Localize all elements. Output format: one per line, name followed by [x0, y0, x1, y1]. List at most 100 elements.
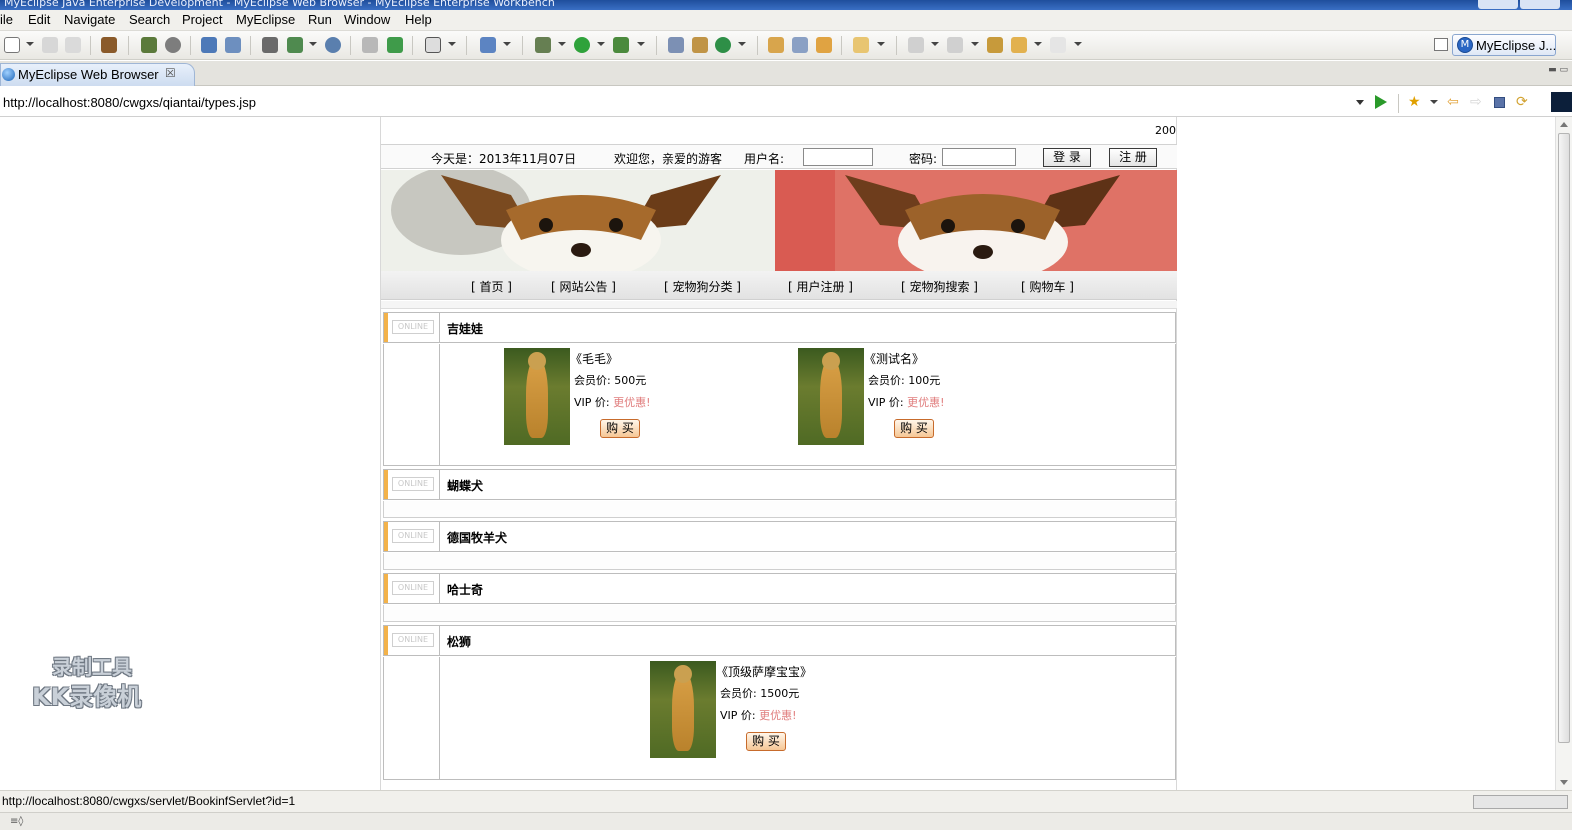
open-folder-icon[interactable] [362, 37, 378, 53]
nav-dog-categories[interactable]: [ 宠物狗分类 ] [664, 278, 741, 295]
product-image[interactable] [798, 348, 864, 445]
next-annotation-icon[interactable] [908, 37, 924, 53]
password-input[interactable] [942, 148, 1016, 166]
external-tools-icon[interactable] [613, 37, 629, 53]
favorites-icon[interactable]: ★ [1408, 94, 1424, 110]
fast-view-icon[interactable]: ≡◊ [10, 816, 23, 827]
previous-annotation-icon[interactable] [947, 37, 963, 53]
open-perspective-folder-icon[interactable] [853, 37, 869, 53]
nav-user-register[interactable]: [ 用户注册 ] [788, 278, 853, 295]
category-name[interactable]: 松狮 [447, 633, 471, 650]
nav-dog-search[interactable]: [ 宠物狗搜索 ] [901, 278, 978, 295]
product-image[interactable] [504, 348, 570, 445]
new-server-icon[interactable] [480, 37, 496, 53]
perspective-switcher[interactable]: M MyEclipse J... [1452, 34, 1556, 56]
new-icon[interactable] [4, 37, 20, 53]
stop-icon[interactable] [1494, 97, 1505, 108]
debug-dropdown-icon[interactable] [558, 42, 566, 46]
menu-myeclipse[interactable]: MyEclipse [236, 12, 295, 27]
scroll-up-icon[interactable] [1560, 122, 1568, 127]
menu-file[interactable]: ile [0, 12, 13, 27]
menu-help[interactable]: Help [405, 12, 432, 27]
previous-annotation-dropdown-icon[interactable] [971, 42, 979, 46]
open-perspective-dropdown-icon[interactable] [877, 42, 885, 46]
run-icon[interactable] [574, 37, 590, 53]
new-class-icon[interactable] [287, 37, 303, 53]
menu-project[interactable]: Project [182, 12, 222, 27]
buy-button[interactable]: 购 买 [746, 732, 786, 751]
minimize-button[interactable] [1478, 0, 1518, 9]
minimize-maximize-icons[interactable]: ▬ ▭ [1548, 65, 1568, 75]
refresh-icon[interactable]: ⟳ [1516, 94, 1532, 110]
category-name[interactable]: 哈士奇 [447, 581, 483, 598]
browser-icon[interactable] [325, 37, 341, 53]
external-tools-dropdown-icon[interactable] [637, 42, 645, 46]
maximize-button[interactable] [1520, 0, 1560, 9]
forward-icon[interactable] [1050, 37, 1066, 53]
add-icon[interactable] [387, 37, 403, 53]
product-name[interactable]: 《顶级萨摩宝宝》 [716, 663, 812, 680]
browser-forward-icon[interactable]: ⇨ [1470, 94, 1486, 110]
tab-myeclipse-web-browser[interactable]: MyEclipse Web Browser ☒ [0, 63, 195, 86]
open-perspective-icon[interactable] [1434, 38, 1448, 51]
debug-icon[interactable] [535, 37, 551, 53]
nav-home[interactable]: [ 首页 ] [471, 278, 512, 295]
menu-navigate[interactable]: Navigate [64, 12, 115, 27]
save-icon[interactable] [42, 37, 58, 53]
new-class-c-icon[interactable] [715, 37, 731, 53]
favorites-dropdown-icon[interactable] [1430, 100, 1438, 104]
open-type-icon[interactable] [101, 37, 117, 53]
scroll-down-icon[interactable] [1560, 780, 1568, 785]
username-input[interactable] [803, 148, 873, 166]
register-button[interactable]: 注 册 [1109, 148, 1157, 167]
new-dropdown-icon[interactable] [26, 42, 34, 46]
login-bar: 今天是：2013年11月07日 欢迎您，亲爱的游客 用户名: 密码: 登 录 注… [381, 144, 1177, 169]
url-input[interactable] [0, 93, 1365, 111]
screenshot-dropdown-icon[interactable] [448, 42, 456, 46]
product-image[interactable] [650, 661, 716, 758]
menu-run[interactable]: Run [308, 12, 332, 27]
product-name[interactable]: 《毛毛》 [570, 350, 618, 367]
go-icon[interactable] [1375, 95, 1387, 109]
forward-dropdown-icon[interactable] [1074, 42, 1082, 46]
print-icon[interactable] [65, 37, 81, 53]
menu-edit[interactable]: Edit [28, 12, 50, 27]
open-type-folder-icon[interactable] [768, 37, 784, 53]
scrollbar-thumb[interactable] [1558, 133, 1570, 743]
product-name[interactable]: 《测试名》 [864, 350, 924, 367]
close-icon[interactable]: ☒ [165, 66, 176, 80]
back-icon[interactable] [1011, 37, 1027, 53]
new-package-icon[interactable] [692, 37, 708, 53]
browser-back-icon[interactable]: ⇦ [1447, 94, 1463, 110]
menu-window[interactable]: Window [344, 12, 390, 27]
category-products: 《顶级萨摩宝宝》 会员价: 1500元 VIP 价: 更优惠! 购 买 [383, 657, 1176, 780]
new-web-project-icon[interactable] [262, 37, 278, 53]
last-edit-icon[interactable] [987, 37, 1003, 53]
menu-search[interactable]: Search [129, 12, 170, 27]
nav-shopping-cart[interactable]: [ 购物车 ] [1021, 278, 1074, 295]
search-files-icon[interactable] [816, 37, 832, 53]
screenshot-icon[interactable] [425, 37, 441, 53]
next-annotation-dropdown-icon[interactable] [931, 42, 939, 46]
new-java-project-icon[interactable] [668, 37, 684, 53]
nav-announcements[interactable]: [ 网站公告 ] [551, 278, 616, 295]
back-dropdown-icon[interactable] [1034, 42, 1042, 46]
login-button[interactable]: 登 录 [1043, 148, 1091, 167]
debug-server-icon[interactable] [141, 37, 157, 53]
category-name[interactable]: 德国牧羊犬 [447, 529, 507, 546]
buy-button[interactable]: 购 买 [894, 419, 934, 438]
deploy-icon[interactable] [201, 37, 217, 53]
url-history-dropdown-icon[interactable] [1356, 100, 1364, 105]
new-class-c-dropdown-icon[interactable] [738, 42, 746, 46]
server-icon[interactable] [165, 37, 181, 53]
new-class-dropdown-icon[interactable] [309, 42, 317, 46]
open-task-icon[interactable] [792, 37, 808, 53]
category-name[interactable]: 吉娃娃 [447, 320, 483, 337]
category-name[interactable]: 蝴蝶犬 [447, 477, 483, 494]
vertical-scrollbar[interactable] [1555, 117, 1572, 790]
run-dropdown-icon[interactable] [597, 42, 605, 46]
new-server-dropdown-icon[interactable] [503, 42, 511, 46]
buy-button[interactable]: 购 买 [600, 419, 640, 438]
online-badge: ONLINE [392, 529, 434, 543]
undeploy-icon[interactable] [225, 37, 241, 53]
